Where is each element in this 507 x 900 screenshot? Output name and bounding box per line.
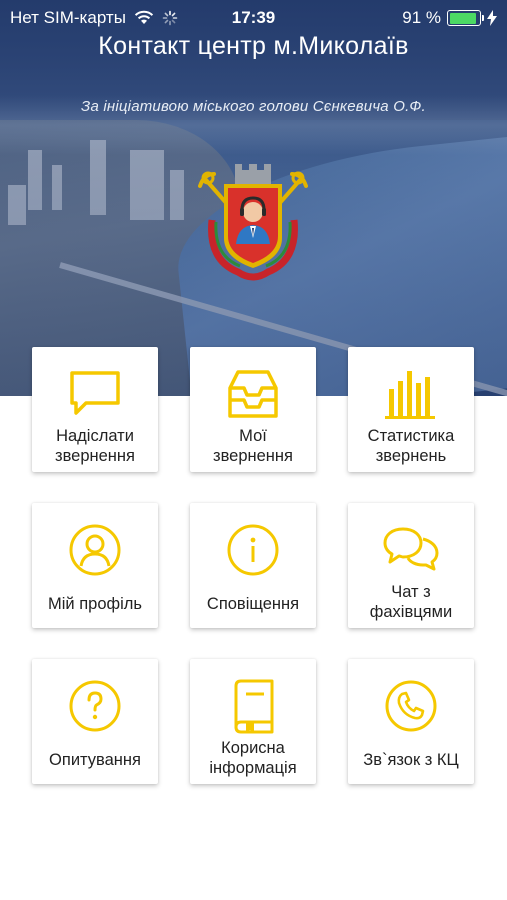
battery-level	[449, 12, 476, 24]
status-bar: Нет SIM-карты 17:39 91 %	[0, 0, 507, 36]
notifications-button[interactable]: Сповіщення	[190, 503, 316, 628]
inbox-icon	[228, 370, 278, 418]
chat-button[interactable]: Чат з фахівцями	[348, 503, 474, 628]
survey-button[interactable]: Опитування	[32, 659, 158, 784]
send-request-button[interactable]: Надіслати звернення	[32, 347, 158, 472]
survey-label: Опитування	[49, 751, 141, 769]
wifi-icon	[134, 10, 154, 24]
app-title: Контакт центр м.Миколаїв	[98, 32, 409, 60]
app-subtitle: За ініціативою міського голови Сєнкевича…	[81, 98, 426, 115]
chat-icon	[383, 527, 439, 571]
user-icon	[69, 524, 121, 576]
message-icon	[70, 371, 120, 415]
my-profile-button[interactable]: Мій профіль	[32, 503, 158, 628]
useful-info-label: Корисна інформація	[209, 739, 297, 777]
phone-icon	[385, 680, 437, 732]
activity-spinner-icon	[162, 10, 178, 26]
contact-center-button[interactable]: Зв`язок з КЦ	[348, 659, 474, 784]
useful-info-button[interactable]: Корисна інформація	[190, 659, 316, 784]
carrier-label: Нет SIM-карты	[10, 8, 126, 27]
contact-center-label: Зв`язок з КЦ	[363, 751, 459, 769]
battery-icon	[447, 10, 484, 26]
chat-label: Чат з фахівцями	[369, 583, 453, 621]
send-request-label: Надіслати звернення	[55, 427, 135, 465]
bar-chart-icon	[385, 371, 435, 419]
statistics-label: Статистика звернень	[367, 427, 455, 465]
my-requests-button[interactable]: Мої звернення	[190, 347, 316, 472]
notifications-label: Сповіщення	[206, 595, 300, 613]
info-icon	[227, 524, 279, 576]
statistics-button[interactable]: Статистика звернень	[348, 347, 474, 472]
question-icon	[69, 680, 121, 732]
battery-percent: 91 %	[402, 8, 441, 27]
book-icon	[234, 679, 274, 734]
my-profile-label: Мій профіль	[48, 595, 142, 613]
charging-bolt-icon	[487, 10, 497, 26]
my-requests-label: Мої звернення	[213, 427, 293, 465]
city-emblem-icon	[198, 164, 308, 281]
